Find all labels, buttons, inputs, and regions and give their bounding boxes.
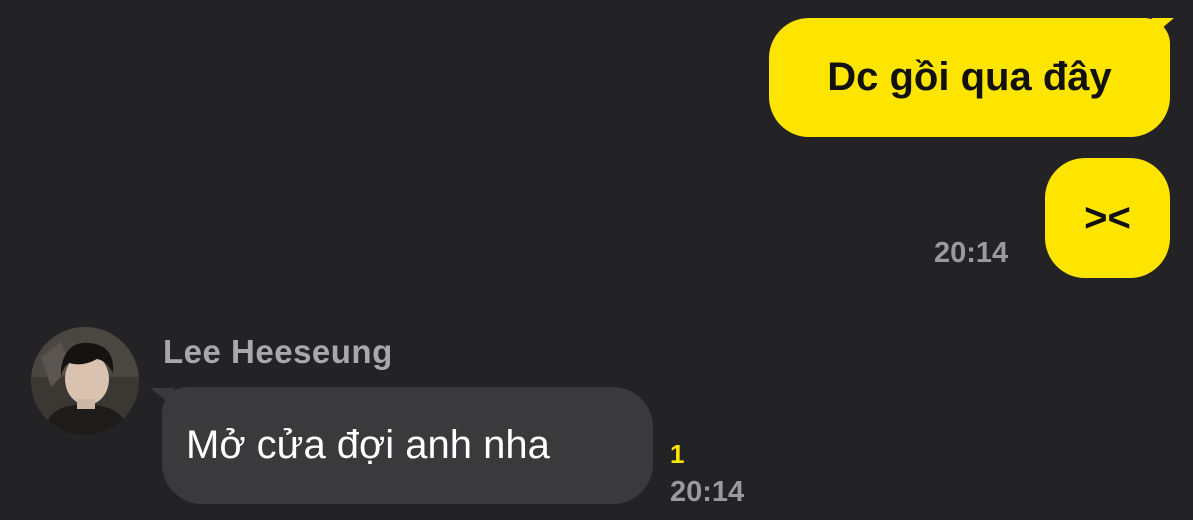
incoming-message[interactable]: Mở cửa đợi anh nha — [162, 387, 653, 504]
message-timestamp: 20:14 — [670, 476, 745, 508]
message-text: >< — [1084, 195, 1131, 240]
unread-count: 1 — [670, 439, 685, 469]
message-text: Mở cửa đợi anh nha — [186, 423, 550, 467]
outgoing-message[interactable]: >< — [1045, 158, 1170, 278]
message-text: Dc gồi qua đây — [827, 55, 1112, 99]
profile-photo-icon — [31, 327, 139, 435]
avatar[interactable] — [31, 327, 139, 435]
outgoing-message[interactable]: Dc gồi qua đây — [769, 18, 1170, 137]
chat-area: Dc gồi qua đây >< 20:14 Lee Heeseung Mở … — [0, 0, 1193, 520]
message-timestamp: 20:14 — [934, 237, 1009, 269]
sender-name: Lee Heeseung — [163, 333, 393, 370]
